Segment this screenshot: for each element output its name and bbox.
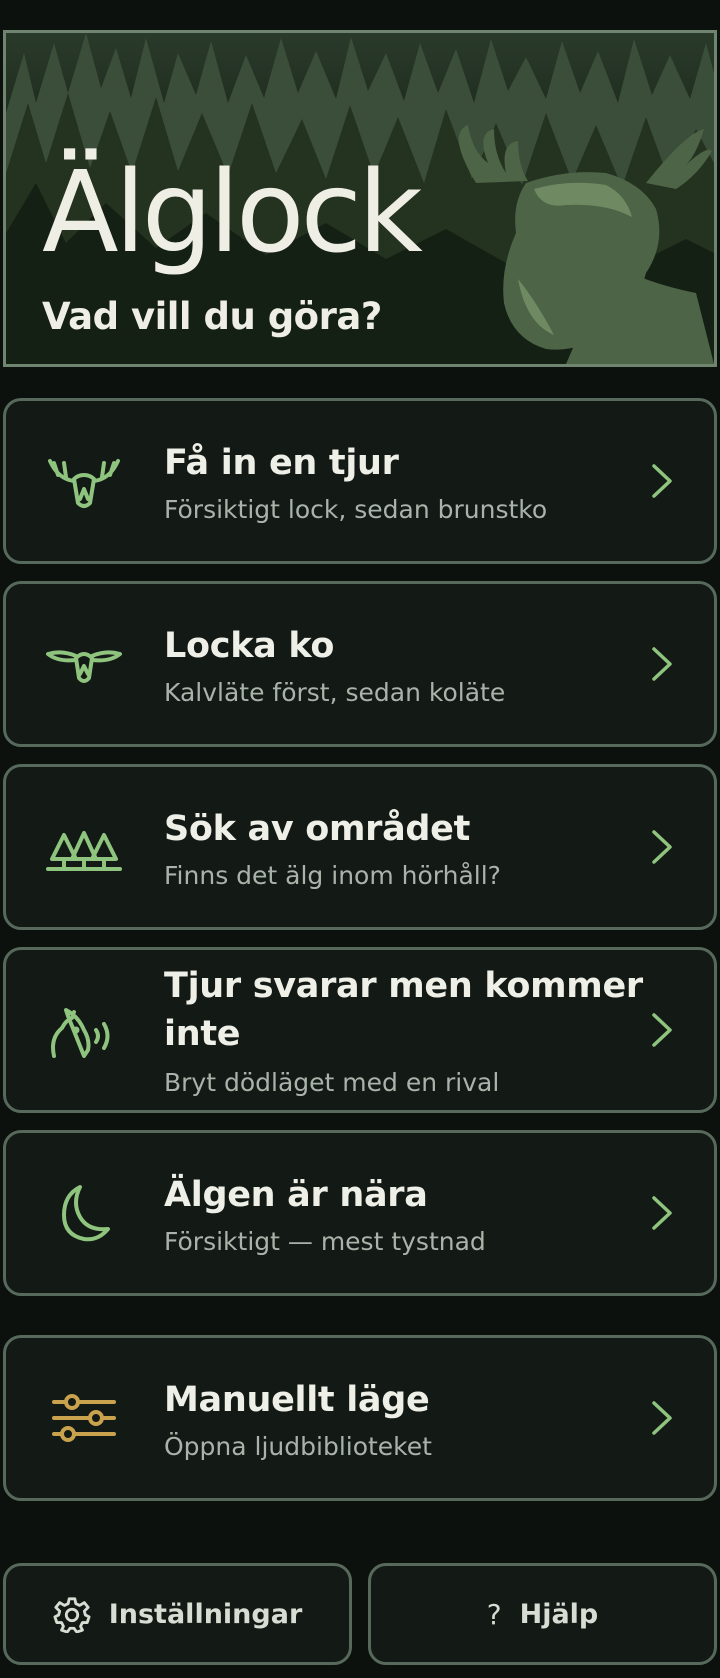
settings-label: Inställningar xyxy=(108,1598,303,1630)
chevron-right-icon xyxy=(652,1401,672,1435)
app-title: Älglock xyxy=(42,148,423,278)
gear-icon xyxy=(53,1597,91,1633)
menu-card-title: Manuellt läge xyxy=(164,1380,430,1420)
menu-card-subtitle: Öppna ljudbiblioteket xyxy=(164,1432,432,1461)
main-menu-screen: Älglock Vad vill du göra? Få in en tjur … xyxy=(0,0,720,1678)
moon-icon xyxy=(62,1185,110,1242)
menu-card-manual[interactable]: Manuellt läge Öppna ljudbiblioteket xyxy=(3,1335,717,1501)
menu-card-subtitle: Kalvläte först, sedan koläte xyxy=(164,678,506,707)
calling-moose-icon xyxy=(51,1008,110,1058)
menu-card-scout[interactable]: Sök av området Finns det älg inom hörhål… xyxy=(3,764,717,930)
menu-card-stalemate[interactable]: Tjur svarar men kommer inte Bryt dödläge… xyxy=(3,947,717,1113)
hero-subtitle: Vad vill du göra? xyxy=(42,295,382,338)
menu-card-subtitle: Bryt dödläget med en rival xyxy=(164,1068,500,1097)
chevron-right-icon xyxy=(652,1013,672,1047)
question-mark-icon: ? xyxy=(486,1597,502,1631)
help-button[interactable]: ? Hjälp xyxy=(368,1563,717,1665)
hero-banner: Älglock Vad vill du göra? xyxy=(3,30,717,367)
menu-card-bull[interactable]: Få in en tjur Försiktigt lock, sedan bru… xyxy=(3,398,717,564)
menu-card-subtitle: Försiktigt lock, sedan brunstko xyxy=(164,495,548,524)
moose-bull-icon xyxy=(48,459,120,508)
settings-button[interactable]: Inställningar xyxy=(3,1563,352,1665)
menu-card-cow[interactable]: Locka ko Kalvläte först, sedan koläte xyxy=(3,581,717,747)
moose-cow-icon xyxy=(46,650,122,683)
menu-card-subtitle: Försiktigt — mest tystnad xyxy=(164,1227,486,1256)
menu-card-subtitle: Finns det älg inom hörhåll? xyxy=(164,861,501,890)
menu-card-title: Få in en tjur xyxy=(164,443,399,483)
menu-card-title: Locka ko xyxy=(164,626,335,666)
sliders-icon xyxy=(52,1394,116,1442)
menu-card-title: Tjur svarar men kommer inte xyxy=(164,966,643,1055)
forest-icon xyxy=(46,831,122,871)
chevron-right-icon xyxy=(652,647,672,681)
chevron-right-icon xyxy=(652,1196,672,1230)
chevron-right-icon xyxy=(652,830,672,864)
chevron-right-icon xyxy=(652,464,672,498)
menu-card-title: Älgen är nära xyxy=(164,1175,428,1215)
help-label: Hjälp xyxy=(519,1598,599,1630)
menu-card-title: Sök av området xyxy=(164,809,471,849)
menu-card-close[interactable]: Älgen är nära Försiktigt — mest tystnad xyxy=(3,1130,717,1296)
